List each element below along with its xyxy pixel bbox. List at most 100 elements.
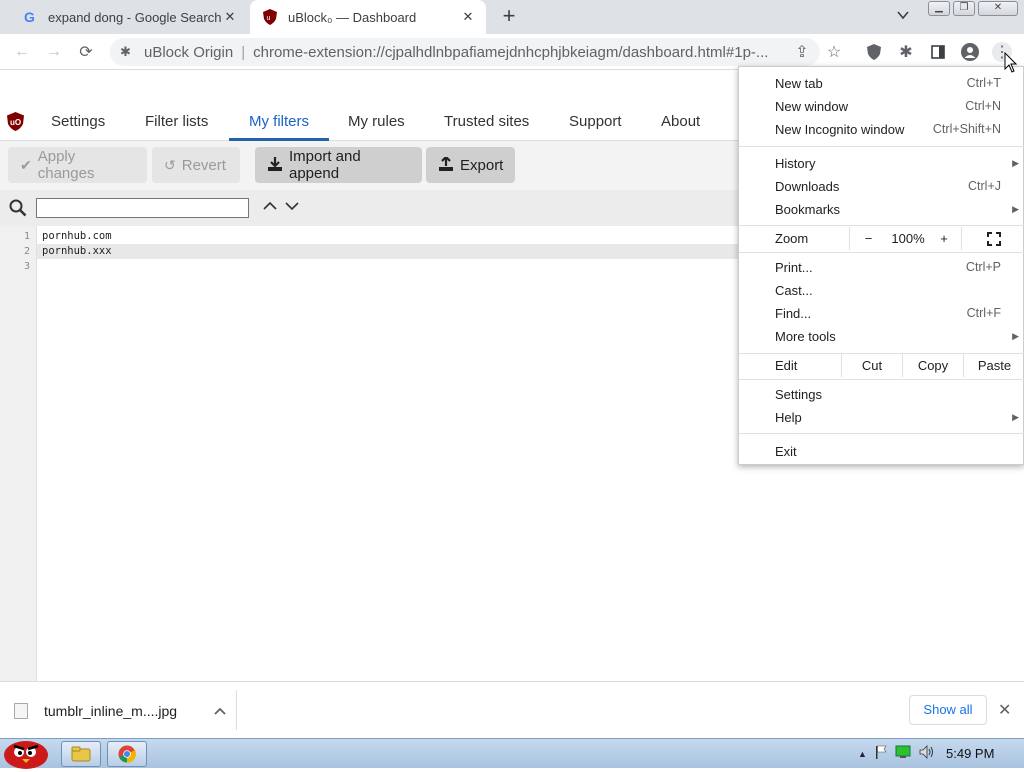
paste-button[interactable]: Paste [963,354,1024,377]
download-bar: tumblr_inline_m....jpg Show all ✕ [0,681,1024,738]
windows-taskbar: ▲ 5:49 PM [0,738,1024,769]
forward-button[interactable]: → [44,42,64,62]
ublock-shield-icon[interactable] [864,42,884,62]
address-bar[interactable]: ✱ uBlock Origin | chrome-extension://cjp… [110,38,820,66]
copy-button[interactable]: Copy [902,354,963,377]
volume-icon[interactable] [919,745,935,762]
line-number: 1 [23,231,30,242]
ublock-logo-icon: uO [7,112,24,131]
menu-label: Zoom [775,231,809,246]
back-button[interactable]: ← [12,42,32,62]
reload-button[interactable]: ⟳ [76,42,96,62]
browser-toolbar: ← → ⟳ ✱ uBlock Origin | chrome-extension… [0,34,1024,70]
revert-button[interactable]: ↺ Revert [152,147,240,183]
close-icon[interactable]: ✕ [222,9,238,25]
menu-label: New tab [775,76,823,91]
code-line[interactable]: pornhub.xxx [42,245,112,257]
submenu-arrow-icon: ▶ [1012,204,1019,214]
close-icon[interactable]: ✕ [998,700,1011,720]
menu-item-incognito[interactable]: New Incognito window Ctrl+Shift+N [739,118,1024,141]
menu-item-cast[interactable]: Cast... [739,279,1024,302]
start-button[interactable] [0,731,52,769]
restore-button[interactable]: ❐ [953,1,975,16]
menu-item-print[interactable]: Print... Ctrl+P [739,256,1024,279]
chevron-up-icon[interactable] [263,200,277,214]
menu-separator [739,379,1024,380]
menu-label: Bookmarks [775,202,841,217]
menu-item-downloads[interactable]: Downloads Ctrl+J [739,175,1024,198]
chevron-down-icon[interactable] [896,8,914,26]
tab-trusted-sites[interactable]: Trusted sites [444,102,529,141]
button-label: Export [460,156,504,174]
svg-text:uO: uO [10,118,21,127]
search-input[interactable] [36,198,249,218]
close-icon[interactable]: ✕ [460,9,476,25]
tab-filter-lists[interactable]: Filter lists [145,102,208,141]
menu-item-more-tools[interactable]: More tools ▶ [739,325,1024,348]
system-tray: ▲ [858,745,935,762]
menu-item-edit: Edit Cut Copy Paste [739,354,1024,378]
menu-item-history[interactable]: History ▶ [739,152,1024,175]
export-button[interactable]: Export [426,147,515,183]
tab-my-filters[interactable]: My filters [229,102,329,141]
tab-support[interactable]: Support [569,102,622,141]
network-icon[interactable] [895,745,911,762]
download-filename: tumblr_inline_m....jpg [44,703,178,719]
google-icon: G [22,9,38,25]
menu-item-settings[interactable]: Settings [739,383,1024,406]
menu-label: New Incognito window [775,122,905,137]
button-label: Import and append [289,148,361,182]
minimize-button[interactable]: ▁ [928,1,950,16]
tab-about[interactable]: About [661,102,700,141]
zoom-out-button[interactable]: − [849,227,887,250]
menu-item-help[interactable]: Help ▶ [739,406,1024,429]
zoom-level: 100% [891,231,925,246]
menu-item-new-window[interactable]: New window Ctrl+N [739,95,1024,118]
download-item[interactable]: tumblr_inline_m....jpg [14,696,236,726]
profile-avatar-icon[interactable] [960,42,980,62]
show-all-button[interactable]: Show all [909,695,987,725]
extensions-puzzle-icon[interactable]: ✱ [896,42,916,62]
apply-changes-button[interactable]: ✔ Apply changes [8,147,147,183]
svg-text:u: u [267,15,271,22]
menu-item-exit[interactable]: Exit [739,440,1024,463]
tab-strip: G expand dong - Google Search ✕ u uBlock… [0,0,1024,34]
window-close-button[interactable]: ✕ [978,1,1018,16]
file-explorer-icon[interactable] [61,741,101,767]
menu-separator [739,433,1024,434]
menu-shortcut: Ctrl+J [968,179,1001,193]
url-text[interactable]: chrome-extension://cjpalhdlnbpafiamejdnh… [253,44,820,61]
chevron-down-icon[interactable] [285,200,299,214]
site-name: uBlock Origin [144,43,234,61]
extension-icon: ✱ [120,44,131,59]
menu-shortcut: Ctrl+T [966,76,1001,90]
new-tab-button[interactable]: + [497,5,521,29]
line-number: 2 [23,246,30,257]
chrome-main-menu: New tab Ctrl+T New window Ctrl+N New Inc… [738,66,1024,465]
tray-arrow-icon[interactable]: ▲ [858,749,867,759]
tab-ublock-dashboard[interactable]: u uBlock₀ — Dashboard ✕ [250,0,486,34]
tab-my-rules[interactable]: My rules [348,102,405,141]
clock[interactable]: 5:49 PM [946,746,994,761]
menu-item-new-tab[interactable]: New tab Ctrl+T [739,72,1024,95]
divider [236,690,237,730]
line-number: 3 [23,261,30,272]
fullscreen-icon[interactable] [961,227,1024,250]
tab-settings[interactable]: Settings [51,102,105,141]
cut-button[interactable]: Cut [841,354,902,377]
menu-item-find[interactable]: Find... Ctrl+F [739,302,1024,325]
tab-google-search[interactable]: G expand dong - Google Search ✕ [10,0,248,34]
chevron-up-icon[interactable] [214,704,226,718]
import-append-button[interactable]: Import and append [255,147,422,183]
menu-label: History [775,156,816,171]
flag-icon[interactable] [875,745,887,762]
line-number-gutter [0,226,37,681]
menu-label: New window [775,99,848,114]
side-panel-icon[interactable] [928,42,948,62]
code-line[interactable]: pornhub.com [42,230,112,242]
chrome-icon[interactable] [107,741,147,767]
share-icon[interactable]: ⇪ [792,42,812,62]
bookmark-star-icon[interactable]: ☆ [824,42,844,62]
menu-item-bookmarks[interactable]: Bookmarks ▶ [739,198,1024,221]
zoom-in-button[interactable]: + [929,227,959,250]
